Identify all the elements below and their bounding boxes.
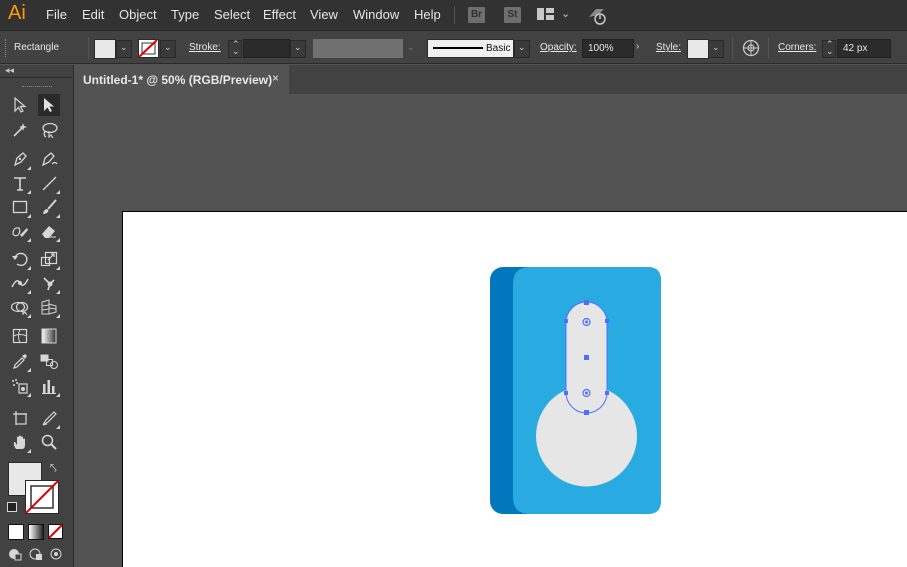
anchor-point[interactable] [564, 319, 568, 323]
anchor-point[interactable] [584, 300, 589, 305]
artwork-layer [490, 267, 661, 514]
center-point[interactable] [584, 355, 589, 360]
anchor-point[interactable] [564, 391, 568, 395]
anchor-point[interactable] [605, 319, 609, 323]
anchor-point[interactable] [605, 391, 609, 395]
corner-widget-top-dot [585, 320, 588, 324]
corner-widget-bottom-dot [585, 391, 588, 395]
illustration[interactable] [490, 267, 661, 514]
anchor-point[interactable] [584, 410, 589, 415]
